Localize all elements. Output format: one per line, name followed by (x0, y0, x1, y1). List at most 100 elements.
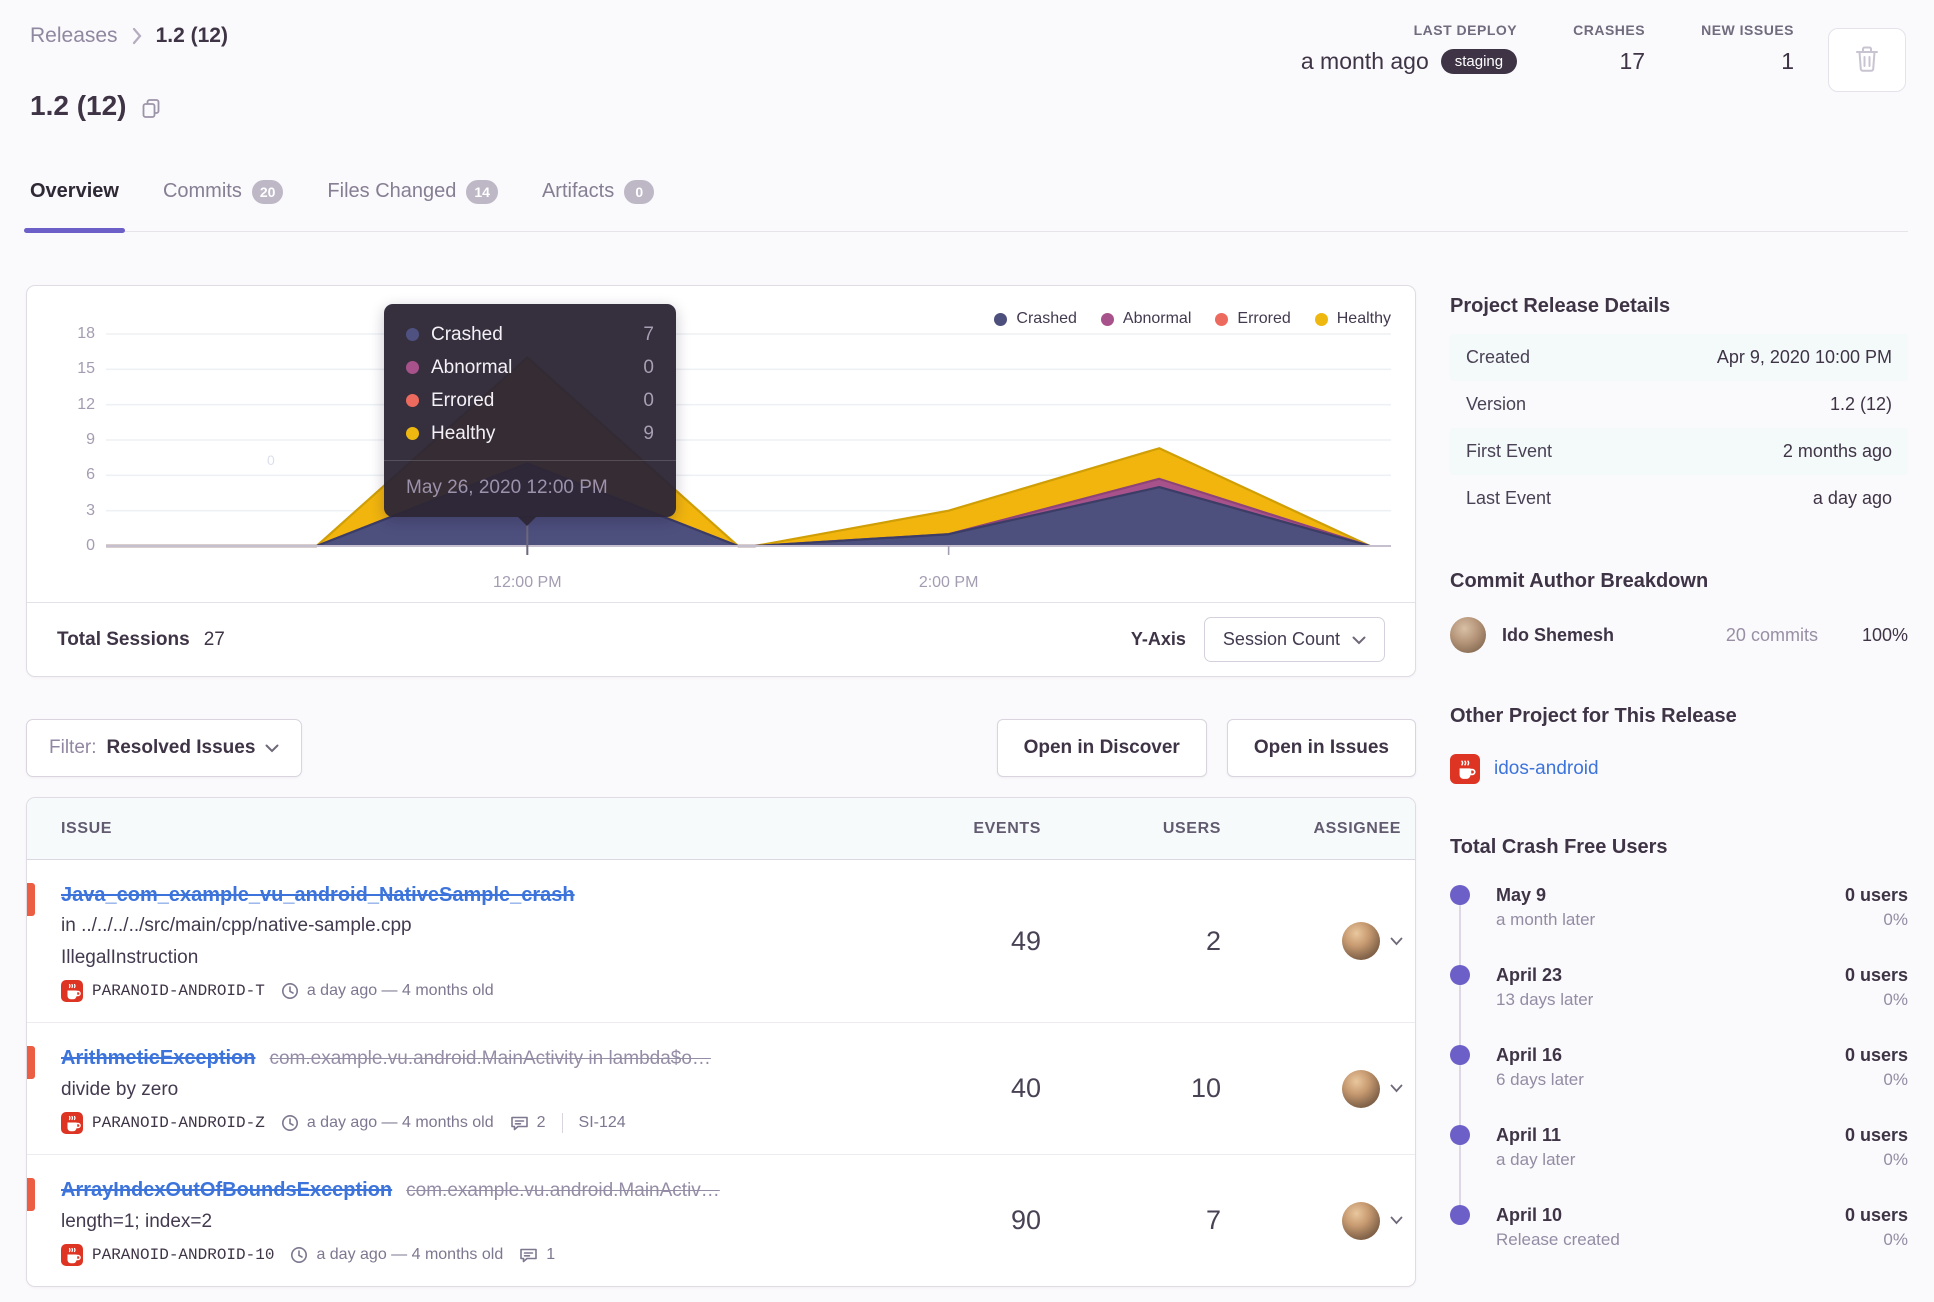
stat-label: NEW ISSUES (1701, 22, 1794, 38)
clock-icon (281, 983, 298, 999)
issue-title-link[interactable]: ArrayIndexOutOfBoundsException (61, 1175, 392, 1205)
chevron-down-icon (265, 737, 279, 759)
yaxis-select[interactable]: Session Count (1203, 617, 1385, 662)
timeline-date: April 10 (1496, 1205, 1563, 1225)
clock-icon (281, 1115, 298, 1131)
section-heading: Total Crash Free Users (1450, 836, 1668, 858)
release-tabs: Overview Commits 20 Files Changed 14 Art… (24, 170, 1908, 233)
tab-overview[interactable]: Overview (24, 170, 125, 233)
yaxis-selected-value: Session Count (1222, 629, 1340, 649)
legend-dot-icon (1100, 312, 1114, 326)
yaxis-label: Y-Axis (1130, 629, 1186, 649)
legend-dot-icon (994, 312, 1008, 326)
column-header-events: EVENTS (973, 819, 1041, 837)
copy-icon[interactable] (141, 98, 161, 118)
timeline-percent: 0% (1883, 1150, 1908, 1169)
legend-dot-icon (1215, 312, 1229, 326)
stat-label: LAST DEPLOY (1413, 22, 1518, 38)
tab-artifacts[interactable]: Artifacts 0 (542, 170, 655, 231)
timeline-users: 0 users (1844, 1125, 1908, 1145)
crash-free-timeline-item: April 23 0 users 13 days later 0% (1450, 963, 1908, 1049)
chevron-down-icon[interactable] (1390, 937, 1403, 946)
issue-title-link[interactable]: Java_com_example_vu_android_NativeSample… (61, 880, 575, 910)
chevron-down-icon[interactable] (1390, 1084, 1403, 1093)
tooltip-dot-icon (406, 394, 419, 407)
delete-release-button[interactable] (1828, 28, 1906, 92)
timeline-users: 0 users (1844, 885, 1908, 905)
tooltip-row: Abnormal 0 (406, 351, 654, 384)
crash-free-timeline-item: April 11 0 users a day later 0% (1450, 1123, 1908, 1209)
y-axis-tick-label: 18 (77, 325, 95, 342)
timeline-sublabel: a day later (1496, 1150, 1576, 1169)
assignee-avatar[interactable] (1342, 922, 1380, 960)
breadcrumb-releases-link[interactable]: Releases (30, 24, 118, 48)
timeline-dot-icon (1450, 885, 1470, 905)
release-stats: LAST DEPLOY a month ago staging CRASHES … (1301, 22, 1794, 75)
issues-filter-dropdown[interactable]: Filter: Resolved Issues (26, 719, 303, 777)
timeline-dot-icon (1450, 965, 1470, 985)
timeline-percent: 0% (1883, 1070, 1908, 1089)
y-axis-tick-label: 3 (86, 501, 95, 519)
issue-short-id: SI-124 (578, 1114, 626, 1131)
y-axis-tick-label: 9 (86, 431, 95, 448)
project-icon (1450, 754, 1480, 784)
breadcrumb: Releases 1.2 (12) (30, 24, 228, 48)
section-heading: Commit Author Breakdown (1450, 570, 1709, 592)
crash-free-timeline-item: May 9 0 users a month later 0% (1450, 883, 1908, 969)
timeline-dot-icon (1450, 1045, 1470, 1065)
timeline-dot-icon (1450, 1205, 1470, 1225)
events-count: 90 (1010, 1205, 1041, 1235)
total-sessions-label: Total Sessions (57, 628, 190, 650)
y-axis-tick-label: 15 (77, 360, 95, 378)
issue-culprit: com.example.vu.android.MainActivity in l… (269, 1048, 711, 1069)
open-in-issues-button[interactable]: Open in Issues (1226, 719, 1416, 777)
chart-footer: Total Sessions 27 Y-Axis Session Count (27, 602, 1415, 676)
other-project-link[interactable]: idos-android (1494, 758, 1599, 780)
issues-table-header: ISSUE EVENTS USERS ASSIGNEE (27, 798, 1415, 860)
issue-age: a day ago — 4 months old (281, 976, 494, 1006)
chevron-down-icon[interactable] (1390, 1216, 1403, 1225)
tab-commits[interactable]: Commits 20 (163, 170, 284, 231)
project-icon (61, 1112, 83, 1134)
release-detail-row: Version 1.2 (12) (1466, 394, 1892, 414)
column-header-assignee: ASSIGNEE (1313, 819, 1401, 837)
total-sessions-value: 27 (203, 628, 225, 650)
issue-row[interactable]: ArrayIndexOutOfBoundsException com.examp… (27, 1155, 1415, 1286)
project-badge[interactable]: PARANOID-ANDROID-10 (61, 1240, 274, 1270)
sessions-area-chart[interactable] (106, 326, 1392, 558)
issues-table: ISSUE EVENTS USERS ASSIGNEE Java_com_exa… (26, 797, 1416, 1287)
crash-free-timeline-item: April 16 0 users 6 days later 0% (1450, 1043, 1908, 1129)
issue-description: divide by zero (61, 1079, 179, 1100)
stat-last-deploy: LAST DEPLOY a month ago staging (1301, 22, 1518, 75)
timeline-sublabel: 6 days later (1496, 1070, 1584, 1089)
project-icon (61, 1244, 83, 1266)
users-count: 2 (1205, 925, 1221, 956)
project-badge[interactable]: PARANOID-ANDROID-Z (61, 1108, 265, 1138)
tooltip-dot-icon (406, 361, 419, 374)
unresolved-level-bar (27, 883, 35, 916)
release-detail-row: Last Event a day ago (1466, 488, 1892, 508)
tooltip-row: Healthy 9 (406, 417, 654, 450)
timeline-percent: 0% (1883, 990, 1908, 1009)
issue-age: a day ago — 4 months old (281, 1108, 494, 1138)
tab-count-badge: 14 (466, 179, 498, 204)
stat-crashes: CRASHES 17 (1573, 22, 1645, 75)
assignee-avatar[interactable] (1342, 1201, 1380, 1240)
tab-files-changed[interactable]: Files Changed 14 (327, 170, 498, 231)
commit-author-row: Ido Shemesh 20 commits 100% (1450, 617, 1908, 653)
issue-row[interactable]: ArithmeticException com.example.vu.andro… (27, 1023, 1415, 1155)
open-in-discover-button[interactable]: Open in Discover (996, 719, 1207, 777)
comment-count: 2 (510, 1108, 546, 1138)
y-axis-tick-label: 6 (86, 466, 95, 484)
section-heading: Project Release Details (1450, 295, 1671, 317)
author-commit-count: 20 commits (1725, 624, 1818, 645)
timeline-date: April 23 (1496, 965, 1563, 985)
issue-row[interactable]: Java_com_example_vu_android_NativeSample… (27, 860, 1415, 1023)
column-header-issue: ISSUE (61, 819, 113, 837)
author-avatar (1450, 617, 1486, 653)
release-detail-row: Created Apr 9, 2020 10:00 PM (1450, 334, 1908, 381)
issue-title-link[interactable]: ArithmeticException (61, 1043, 255, 1073)
unresolved-level-bar (27, 1046, 35, 1079)
assignee-avatar[interactable] (1342, 1069, 1380, 1108)
project-badge[interactable]: PARANOID-ANDROID-T (61, 976, 265, 1006)
